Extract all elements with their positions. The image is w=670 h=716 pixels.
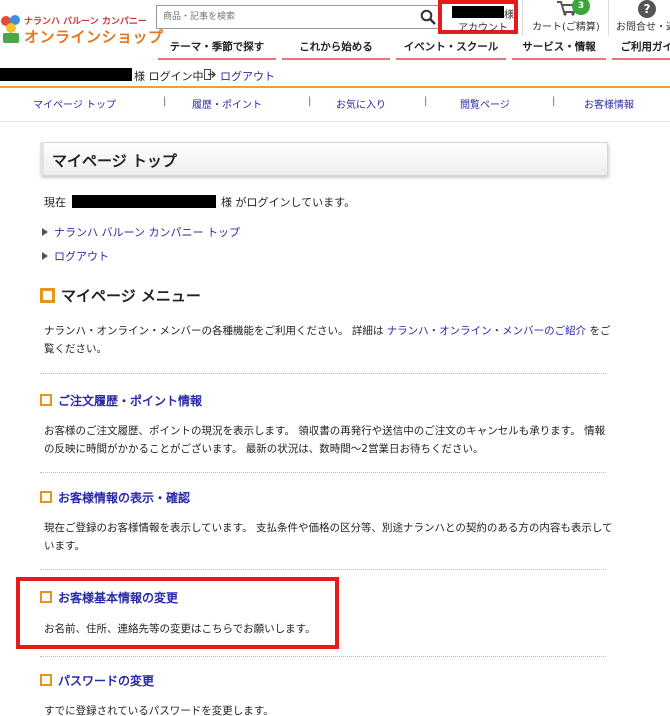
menu-heading: マイページ メニュー xyxy=(40,285,201,306)
orange-square-icon xyxy=(40,674,52,686)
subnav-separator: | xyxy=(424,96,428,107)
redacted-username xyxy=(452,6,504,18)
section-divider xyxy=(40,569,606,570)
order-history-heading[interactable]: ご注文履歴・ポイント情報 xyxy=(40,392,202,409)
search-input[interactable] xyxy=(157,6,407,28)
gnav-theme-season[interactable]: テーマ・季節で探す xyxy=(158,38,276,60)
customer-info-heading[interactable]: お客様情報の表示・確認 xyxy=(40,489,190,506)
account-label: アカウント xyxy=(458,23,508,34)
order-history-link[interactable]: ご注文履歴・ポイント情報 xyxy=(58,394,202,408)
orange-square-icon xyxy=(40,491,52,503)
cart-button[interactable]: 3 カート(ご精算) xyxy=(526,0,606,36)
gnav-event-school[interactable]: イベント・スクール xyxy=(396,38,506,60)
search-box xyxy=(156,5,442,29)
global-nav: テーマ・季節で探す これから始める イベント・スクール サービス・情報 ご利用ガ… xyxy=(158,38,670,60)
current-prefix: 現在 xyxy=(44,196,66,209)
site-logo[interactable]: ナランハ バルーン カンパニー オンラインショップ xyxy=(0,12,163,46)
customer-info-link[interactable]: お客様情報の表示・確認 xyxy=(58,491,190,505)
search-icon[interactable] xyxy=(420,9,436,25)
subnav-viewed-pages[interactable]: 閲覧ページ xyxy=(460,96,510,111)
section-divider xyxy=(40,656,606,657)
menu-heading-text: マイページ メニュー xyxy=(61,287,201,305)
balloon-mascot-icon xyxy=(1,15,20,43)
triangle-right-icon xyxy=(42,252,48,260)
header-accent-line xyxy=(0,86,670,88)
subnav-separator: | xyxy=(308,96,312,107)
order-history-description: お客様のご注文履歴、ポイントの現況を表示します。 領収書の再発行や送信中のご注文… xyxy=(44,425,606,455)
logout-icon xyxy=(204,69,216,80)
password-change-link[interactable]: パスワードの変更 xyxy=(58,674,154,688)
gnav-service-info[interactable]: サービス・情報 xyxy=(512,38,606,60)
subnav-divider xyxy=(0,121,670,122)
page-title-box: マイページ トップ xyxy=(40,142,608,176)
list-item: ログアウト xyxy=(42,248,109,264)
password-change-description: すでに登録されているパスワードを変更します。 xyxy=(44,705,274,716)
subnav-customer-info[interactable]: お客様情報 xyxy=(584,96,634,111)
company-top-link[interactable]: ナランハ バルーン カンパニー トップ xyxy=(54,226,240,239)
redacted-username xyxy=(0,68,132,81)
contact-button[interactable]: ? お問合せ・返 xyxy=(612,0,670,36)
orange-square-icon xyxy=(40,394,52,406)
login-status-text: 様 ログイン中 xyxy=(134,70,204,83)
triangle-right-icon xyxy=(42,228,48,236)
login-status-bar: 様 ログイン中 ログアウト xyxy=(0,67,400,83)
redacted-username xyxy=(71,195,216,208)
page-title: マイページ トップ xyxy=(52,152,177,170)
orange-square-icon xyxy=(40,288,55,303)
current-suffix: 様 がログインしています。 xyxy=(221,196,356,209)
logout-link-main[interactable]: ログアウト xyxy=(54,250,109,263)
logo-shop-name: オンラインショップ xyxy=(24,28,164,46)
question-icon: ? xyxy=(638,0,656,18)
header-divider xyxy=(608,0,609,36)
password-change-heading[interactable]: パスワードの変更 xyxy=(40,672,154,689)
menu-intro: ナランハ・オンライン・メンバーの各種機能をご利用ください。 詳細は ナランハ・オ… xyxy=(44,322,614,358)
customer-info-description: 現在ご登録のお客様情報を表示しています。 支払条件や価格の区分等、別途ナランハと… xyxy=(44,522,613,552)
highlight-box xyxy=(16,577,339,649)
gnav-getting-started[interactable]: これから始める xyxy=(282,38,390,60)
header-divider xyxy=(522,0,523,36)
section-divider xyxy=(40,472,606,473)
cart-label: カート(ご精算) xyxy=(532,22,600,33)
list-item: ナランハ バルーン カンパニー トップ xyxy=(42,224,240,240)
subnav-history-points[interactable]: 履歴・ポイント xyxy=(192,96,262,111)
subnav-separator: | xyxy=(552,96,556,107)
intro-text: ナランハ・オンライン・メンバーの各種機能をご利用ください。 詳細は xyxy=(44,325,387,337)
gnav-user-guide[interactable]: ご利用ガイド xyxy=(612,38,670,60)
subnav-favorites[interactable]: お気に入り xyxy=(336,96,386,111)
logout-link[interactable]: ログアウト xyxy=(220,68,275,84)
subnav-separator: | xyxy=(163,96,167,107)
section-divider xyxy=(40,373,606,374)
subnav-mypage-top[interactable]: マイページ トップ xyxy=(33,96,116,111)
contact-label: お問合せ・返 xyxy=(616,22,670,33)
cart-count-badge: 3 xyxy=(572,0,590,15)
member-intro-link[interactable]: ナランハ・オンライン・メンバーのご紹介 xyxy=(387,325,587,337)
mypage-subnav: マイページ トップ | 履歴・ポイント | お気に入り | 閲覧ページ | お客… xyxy=(0,96,670,112)
account-button[interactable]: 様 アカウント xyxy=(438,0,518,34)
current-user-line: 現在 様 がログインしています。 xyxy=(44,194,355,210)
